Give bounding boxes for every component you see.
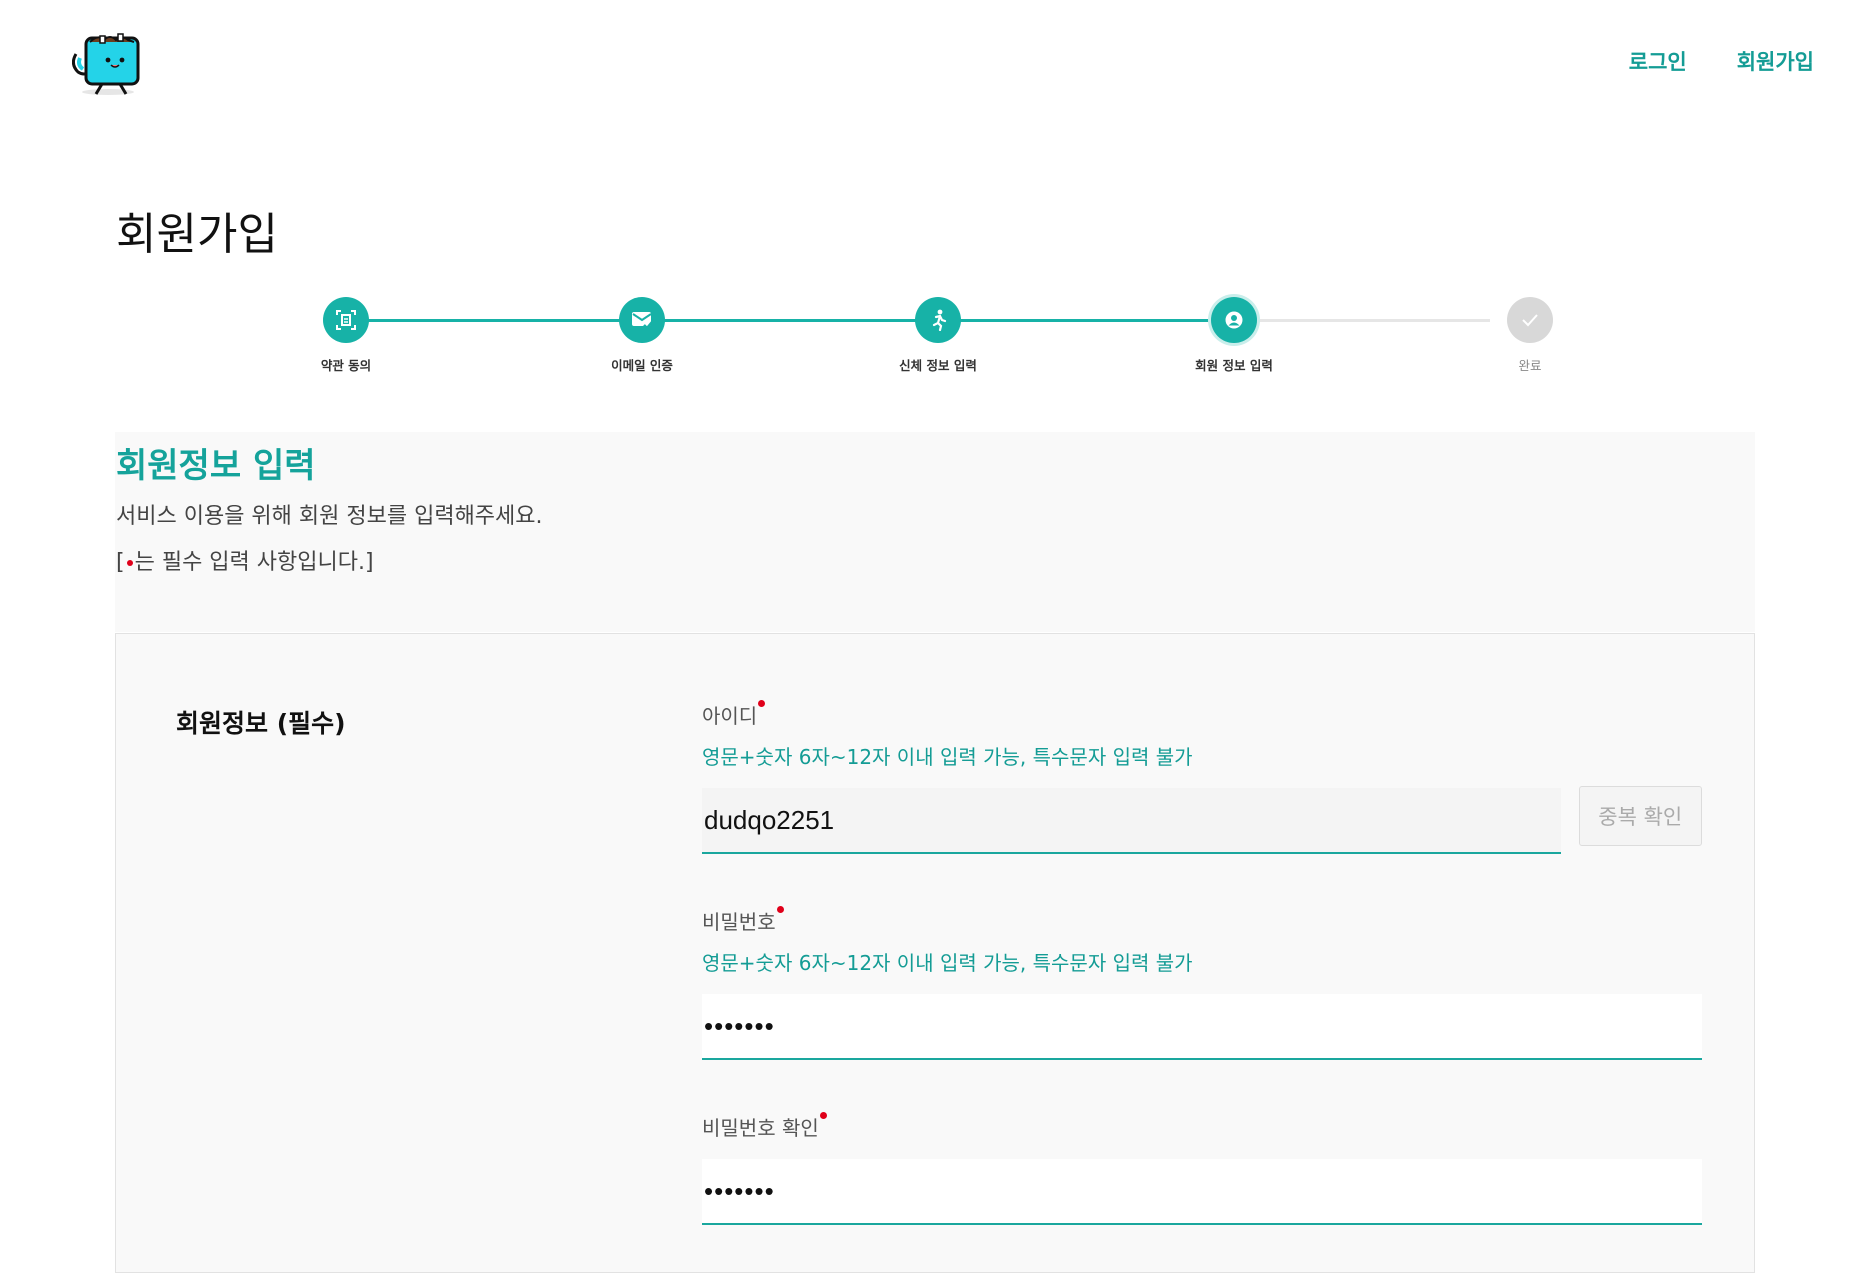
password-input[interactable]: ••••••• — [702, 994, 1702, 1060]
password-label: 비밀번호 — [702, 906, 784, 935]
signup-link[interactable]: 회원가입 — [1737, 46, 1814, 76]
step-complete: 완료 — [1440, 297, 1620, 374]
id-input-row: dudqo2251 중복 확인 — [702, 786, 1702, 854]
id-input[interactable]: dudqo2251 — [702, 788, 1561, 854]
step-label: 완료 — [1518, 358, 1542, 373]
signup-stepper: 약관 동의 이메일 인증 신체 정보 입력 회원 정보 입력 완료 — [298, 293, 1558, 383]
id-hint: 영문+숫자 6자~12자 이내 입력 가능, 특수문자 입력 불가 — [702, 745, 1193, 769]
password-confirm-input-row: ••••••• — [702, 1159, 1702, 1225]
password-confirm-label-text: 비밀번호 확인 — [702, 1116, 819, 1140]
duplicate-check-button[interactable]: 중복 확인 — [1578, 786, 1702, 846]
intro-section: 회원정보 입력 서비스 이용을 위해 회원 정보를 입력해주세요. [ 는 필수 … — [115, 432, 1755, 632]
step-label: 이메일 인증 — [611, 358, 673, 373]
logo[interactable] — [71, 28, 146, 98]
password-input-value: ••••••• — [704, 1010, 775, 1041]
required-dot-icon — [126, 560, 133, 566]
id-label-text: 아이디 — [702, 704, 758, 728]
step-member-info: 회원 정보 입력 — [1144, 297, 1324, 374]
password-field: 비밀번호 영문+숫자 6자~12자 이내 입력 가능, 특수문자 입력 불가 •… — [702, 906, 1702, 1060]
check-icon — [1507, 297, 1553, 343]
login-link[interactable]: 로그인 — [1629, 46, 1687, 76]
step-terms: 약관 동의 — [256, 297, 436, 374]
password-label-text: 비밀번호 — [702, 910, 776, 934]
password-hint: 영문+숫자 6자~12자 이내 입력 가능, 특수문자 입력 불가 — [702, 951, 1193, 975]
step-label: 신체 정보 입력 — [899, 358, 977, 373]
running-person-icon — [915, 297, 961, 343]
step-body-info: 신체 정보 입력 — [848, 297, 1028, 374]
password-input-row: ••••••• — [702, 994, 1702, 1060]
required-dot-icon — [776, 906, 784, 913]
member-info-form: 회원정보 (필수) 아이디 영문+숫자 6자~12자 이내 입력 가능, 특수문… — [115, 633, 1755, 1273]
id-input-value: dudqo2251 — [704, 804, 835, 835]
id-field: 아이디 영문+숫자 6자~12자 이내 입력 가능, 특수문자 입력 불가 du… — [702, 700, 1702, 854]
password-confirm-label: 비밀번호 확인 — [702, 1112, 827, 1141]
top-nav: 로그인 회원가입 — [1629, 46, 1814, 76]
form-section-label: 회원정보 (필수) — [176, 709, 346, 738]
password-confirm-input-value: ••••••• — [704, 1175, 775, 1206]
coffee-mug-mascot-icon — [71, 33, 140, 95]
required-dot-icon — [758, 700, 766, 707]
note-prefix: [ — [116, 550, 125, 575]
step-label: 회원 정보 입력 — [1195, 358, 1273, 373]
mail-check-icon — [619, 297, 665, 343]
intro-description: 서비스 이용을 위해 회원 정보를 입력해주세요. — [116, 504, 543, 529]
section-title: 회원정보 입력 — [116, 446, 316, 486]
page-title: 회원가입 — [116, 209, 278, 260]
step-label: 약관 동의 — [320, 358, 372, 373]
step-email: 이메일 인증 — [552, 297, 732, 374]
password-confirm-field: 비밀번호 확인 ••••••• — [702, 1112, 1702, 1225]
document-scan-icon — [323, 297, 369, 343]
id-label: 아이디 — [702, 700, 766, 729]
note-text: 는 필수 입력 사항입니다.] — [134, 550, 374, 575]
user-circle-icon — [1211, 297, 1257, 343]
password-confirm-input[interactable]: ••••••• — [702, 1159, 1702, 1225]
required-note: [ 는 필수 입력 사항입니다.] — [116, 544, 374, 576]
stepper-progress — [346, 319, 1242, 322]
required-dot-icon — [819, 1112, 827, 1119]
